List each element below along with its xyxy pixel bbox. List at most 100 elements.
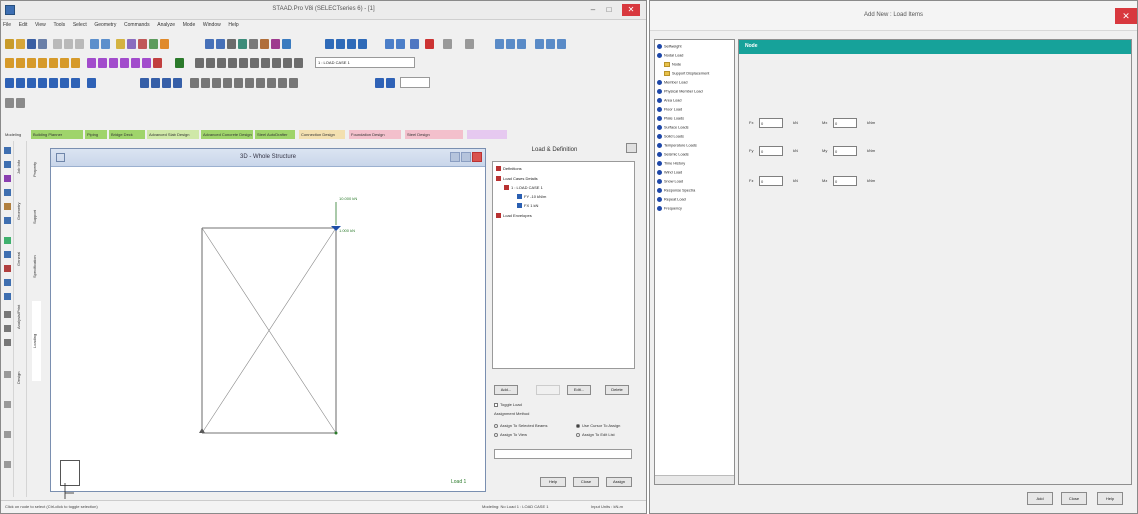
view-close-button[interactable] <box>472 152 482 162</box>
display-13-icon[interactable] <box>278 78 287 88</box>
tab-extra[interactable] <box>467 130 507 139</box>
menu-help[interactable]: Help <box>228 22 238 28</box>
cursor-icon[interactable] <box>5 58 14 68</box>
side-icon-11[interactable] <box>4 293 11 300</box>
beam-label-icon[interactable] <box>16 78 25 88</box>
side-tab-design[interactable]: Design <box>16 353 25 403</box>
load-icon[interactable] <box>131 58 140 68</box>
undo-icon[interactable] <box>90 39 99 49</box>
menu-select[interactable]: Select <box>73 22 87 28</box>
display-14-icon[interactable] <box>289 78 298 88</box>
display-9-icon[interactable] <box>234 78 243 88</box>
side-tab-support[interactable]: Support <box>32 197 41 237</box>
structure-canvas[interactable]: 10.000 kN 1.000 kN <box>51 167 485 491</box>
tab-connection-design[interactable]: Connection Design <box>299 130 345 139</box>
dialog-close-button[interactable]: ✕ <box>1115 8 1137 24</box>
fy-input[interactable]: 0 <box>759 146 783 156</box>
front-view-icon[interactable] <box>506 39 515 49</box>
nav-solid-loads[interactable]: Solid Loads <box>657 134 684 139</box>
tree-node-definitions[interactable]: Definitions <box>496 166 522 172</box>
nav-horizontal-scrollbar[interactable] <box>655 475 734 484</box>
side-icon-17[interactable] <box>4 431 11 438</box>
cut-icon[interactable] <box>53 39 62 49</box>
display-11-icon[interactable] <box>256 78 265 88</box>
run-analysis-icon[interactable] <box>160 39 169 49</box>
edit-list-input[interactable] <box>494 449 632 459</box>
add-load-button[interactable]: Add... <box>494 385 518 395</box>
paste-icon[interactable] <box>75 39 84 49</box>
side-icon-10[interactable] <box>4 279 11 286</box>
side-icon-16[interactable] <box>4 401 11 408</box>
nav-node[interactable]: Node <box>664 62 681 67</box>
add-beam-icon[interactable] <box>216 39 225 49</box>
view-8-icon[interactable] <box>272 58 281 68</box>
display-10-icon[interactable] <box>245 78 254 88</box>
move-icon[interactable] <box>271 39 280 49</box>
add-plate-icon[interactable] <box>227 39 236 49</box>
display-2-icon[interactable] <box>151 78 160 88</box>
dimension-label-icon[interactable] <box>87 78 96 88</box>
solid-label-icon[interactable] <box>38 78 47 88</box>
view-4-icon[interactable] <box>228 58 237 68</box>
view-3-icon[interactable] <box>217 58 226 68</box>
open-file-icon[interactable] <box>16 39 25 49</box>
snap-grid-icon[interactable] <box>205 39 214 49</box>
beam-cursor-icon[interactable] <box>396 39 405 49</box>
group-icon[interactable] <box>98 58 107 68</box>
tab-piping[interactable]: Piping <box>85 130 107 139</box>
rotate-structure-icon[interactable] <box>282 39 291 49</box>
maximize-button[interactable]: □ <box>602 4 616 16</box>
side-icon-3[interactable] <box>4 175 11 182</box>
view-5-icon[interactable] <box>239 58 248 68</box>
labels-icon[interactable] <box>443 39 452 49</box>
side-tab-job-info[interactable]: Job Info <box>16 147 25 187</box>
nav-plate-loads[interactable]: Plate Loads <box>657 116 684 121</box>
plate-label-icon[interactable] <box>27 78 36 88</box>
zoom-icon[interactable] <box>116 39 125 49</box>
plate-icon[interactable] <box>49 58 58 68</box>
analysis-icon[interactable] <box>153 58 162 68</box>
mx-input[interactable]: 0 <box>833 118 857 128</box>
panel-help-button[interactable]: Help <box>540 477 566 487</box>
nav-temperature-loads[interactable]: Temperature Loads <box>657 143 697 148</box>
rotate-view-icon[interactable] <box>546 39 555 49</box>
dimension-icon[interactable] <box>465 39 474 49</box>
select-icon[interactable] <box>16 58 25 68</box>
nav-nodal-load[interactable]: Nodal Load <box>657 53 683 58</box>
mz-input[interactable]: 0 <box>833 176 857 186</box>
panel-assign-button[interactable]: Assign <box>606 477 632 487</box>
select-plates-icon[interactable] <box>347 39 356 49</box>
print-icon[interactable] <box>38 39 47 49</box>
side-icon-14[interactable] <box>4 339 11 346</box>
menu-tools[interactable]: Tools <box>53 22 65 28</box>
menu-analyze[interactable]: Analyze <box>157 22 175 28</box>
my-input[interactable]: 0 <box>833 146 857 156</box>
side-tab-loading[interactable]: Loading <box>32 301 41 381</box>
menu-mode[interactable]: Mode <box>183 22 196 28</box>
pan-icon[interactable] <box>127 39 136 49</box>
new-file-icon[interactable] <box>5 39 14 49</box>
nav-selfweight[interactable]: Selfweight <box>657 44 682 49</box>
tree-node-load-envelopes[interactable]: Load Envelopes <box>496 213 532 219</box>
minimize-button[interactable]: – <box>586 4 600 16</box>
toggle-load-checkbox[interactable]: Toggle Load <box>494 402 522 407</box>
translational-repeat-icon[interactable] <box>238 39 247 49</box>
delete-load-button[interactable]: Delete <box>605 385 629 395</box>
tree-node-load-cases[interactable]: Load Cases Details <box>496 176 538 182</box>
view-maximize-button[interactable] <box>461 152 471 162</box>
menu-file[interactable]: File <box>3 22 11 28</box>
side-tab-property[interactable]: Property <box>32 147 41 191</box>
nav-physical-member-load[interactable]: Physical Member Load <box>657 89 703 94</box>
edit-load-button[interactable]: Edit... <box>567 385 591 395</box>
tab-steel-autodrafter[interactable]: Steel AutoDrafter <box>255 130 295 139</box>
settings-icon[interactable] <box>16 98 25 108</box>
close-button[interactable]: ✕ <box>622 4 640 16</box>
nav-snow-load[interactable]: Snow Load <box>657 179 683 184</box>
side-icon-15[interactable] <box>4 371 11 378</box>
side-icon-7[interactable] <box>4 237 11 244</box>
side-icon-2[interactable] <box>4 161 11 168</box>
tab-foundation-design[interactable]: Foundation Design <box>349 130 401 139</box>
info-icon[interactable] <box>425 39 434 49</box>
tree-node-load-case-1[interactable]: 1 : LOAD CASE 1 <box>504 185 543 191</box>
view-icon[interactable] <box>149 39 158 49</box>
